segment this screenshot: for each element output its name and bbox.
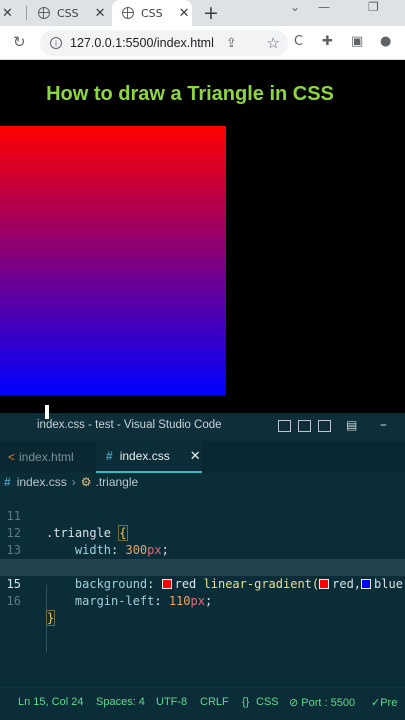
browser-toolbar: ↻ i 127.0.0.1:5500/index.html ⇪ ☆ C ✚ ▣ … [0,26,405,60]
window-title: index.css - test - Visual Studio Code [37,419,222,431]
new-tab-button[interactable]: + [203,2,219,24]
line-number: 16 [6,594,21,608]
tab-index-css-active[interactable]: # index.css ✕ [96,441,202,473]
globe-icon [38,7,50,19]
puzzle-extensions-icon[interactable]: ✚ [322,34,333,49]
browser-tab-css-2-active[interactable]: CSS ✕ [112,0,192,26]
symbol-icon: ⚙ [80,475,92,489]
css-number: 110 [168,594,191,608]
line-content: margin-left: 110px; [74,594,213,608]
close-icon[interactable]: ✕ [190,448,201,464]
chevron-down-icon[interactable]: ⌄ [290,0,300,14]
code-line[interactable]: 12 width: 300px; [0,508,405,557]
css-file-icon: # [106,449,113,463]
html-file-icon: < [8,450,16,464]
tab-title: CSS [141,6,163,20]
indentation-status[interactable]: Spaces: 4 [96,696,145,708]
tab-label: index.css [119,449,170,463]
url-text: 127.0.0.1:5500/index.html [70,36,214,50]
css-unit: px [190,594,205,608]
code-line[interactable]: 16 } [0,576,405,626]
web-page-viewport: How to draw a Triangle in CSS [0,61,405,413]
toggle-secondary-sidebar-icon[interactable] [318,420,331,432]
status-bar: Ln 15, Col 24 Spaces: 4 UTF-8 CRLF {} CS… [0,687,405,720]
close-brace: } [46,610,56,626]
globe-icon [122,7,134,19]
prettier-status[interactable]: ✓Pre [371,696,397,709]
vscode-window: index.css - test - Visual Studio Code ▤ … [0,405,405,720]
tab-separator [26,6,27,20]
address-bar[interactable]: i 127.0.0.1:5500/index.html ⇪ ☆ [40,30,288,56]
close-icon[interactable]: ✕ [179,6,190,21]
vscode-title-bar: index.css - test - Visual Studio Code ▤ … [0,405,405,441]
gradient-box [0,126,226,395]
share-icon[interactable]: ⇪ [226,36,237,51]
cursor-position[interactable]: Ln 15, Col 24 [18,696,83,708]
extension-c-icon[interactable]: C [294,34,303,49]
mouse-cursor [45,405,49,419]
sidepanel-icon[interactable]: ▣ [351,34,363,49]
check-icon: ✓ [371,697,381,709]
css-file-icon: # [4,475,11,489]
customize-layout-icon[interactable]: ▤ [346,418,357,432]
css-property: margin-left [74,594,155,608]
bookmark-star-icon[interactable]: ☆ [267,34,280,52]
minimize-icon[interactable]: – [380,417,387,433]
broadcast-icon: ⊘ [289,697,302,709]
page-heading: How to draw a Triangle in CSS [46,83,334,105]
prettier-label: Pre [380,697,398,709]
code-line[interactable]: 11 .triangle { [0,491,405,541]
restore-icon[interactable]: ❐ [368,0,379,14]
code-line-active[interactable]: 15 margin-left: 110px; [0,559,405,608]
close-icon[interactable]: ✕ [95,6,106,21]
code-line[interactable]: 14 background: red linear-gradient(red,b… [0,542,405,591]
toggle-sidebar-icon[interactable] [278,420,291,432]
minimize-icon[interactable]: — [318,0,330,14]
breadcrumb-file[interactable]: index.css [17,475,67,489]
language-mode[interactable]: CSS [256,696,279,708]
info-icon[interactable]: i [50,37,62,49]
browser-tab-partial[interactable]: ✕ [0,0,24,26]
editor-tabs: < index.html # index.css ✕ [0,441,405,473]
tab-label: index.html [19,450,74,464]
semicolon: ; [204,594,213,608]
browser-tab-bar: ✕ CSS ✕ CSS ✕ + ⌄ — ❐ [0,0,405,26]
browser-tab-css-1[interactable]: CSS ✕ [28,0,110,26]
close-icon[interactable]: ✕ [2,6,13,21]
breadcrumb: # index.css › ⚙ .triangle [0,473,405,491]
eol-status[interactable]: CRLF [200,696,229,708]
code-line[interactable]: 13 height: 300px; [0,525,405,574]
profile-icon[interactable]: ● [380,34,391,49]
reload-icon[interactable]: ↻ [13,33,26,51]
toggle-panel-icon[interactable] [298,420,311,432]
line-content: } [46,610,56,627]
code-editor[interactable]: 11 .triangle { 12 width: 300px; 13 heigh… [0,491,405,687]
encoding-status[interactable]: UTF-8 [156,696,187,708]
port-status[interactable]: ⊘ Port : 5500 [289,696,355,709]
breadcrumb-symbol[interactable]: .triangle [95,475,138,489]
tab-title: CSS [57,6,79,20]
port-label: Port : 5500 [301,697,356,709]
chevron-right-icon: › [71,475,76,489]
tab-index-html[interactable]: < index.html [0,441,96,473]
braces-icon: {} [242,696,250,708]
